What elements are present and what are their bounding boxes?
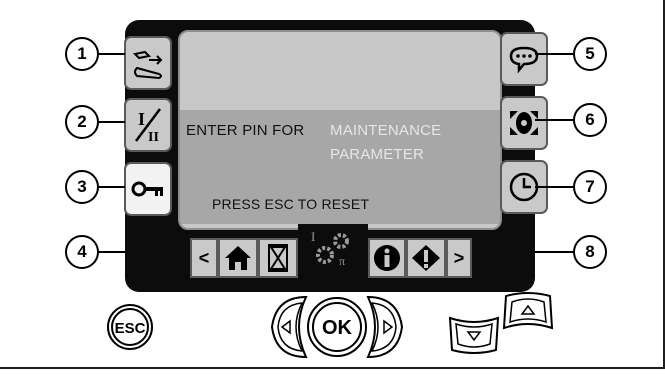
callout-2: 2 bbox=[65, 105, 99, 139]
warning-icon bbox=[412, 245, 440, 271]
callout-6-leader bbox=[535, 119, 573, 121]
message-pin-label: ENTER PIN FOR bbox=[186, 122, 305, 139]
hourglass-icon bbox=[268, 244, 288, 272]
tab-warning[interactable] bbox=[406, 238, 446, 278]
gear-mode-icon: I π bbox=[311, 229, 349, 268]
ok-button[interactable]: OK bbox=[306, 296, 368, 358]
side-button-5[interactable] bbox=[500, 32, 548, 86]
side-button-2[interactable]: I II bbox=[124, 98, 172, 152]
callout-1: 1 bbox=[65, 37, 99, 71]
esc-button[interactable]: ESC bbox=[106, 303, 154, 351]
next-arrow-label: > bbox=[453, 247, 465, 268]
center-mode-sub: π bbox=[339, 254, 345, 268]
callout-3: 3 bbox=[65, 170, 99, 204]
callout-8-leader bbox=[535, 251, 573, 253]
side-button-1[interactable] bbox=[124, 36, 172, 90]
callout-8: 8 bbox=[573, 235, 607, 269]
mode-one-label: I bbox=[138, 109, 145, 129]
tab-hourglass[interactable] bbox=[258, 238, 298, 278]
mode-two-label: II bbox=[148, 130, 159, 145]
callout-5-leader bbox=[535, 53, 573, 55]
side-button-3[interactable] bbox=[124, 162, 172, 216]
tab-info[interactable] bbox=[368, 238, 406, 278]
esc-label: ESC bbox=[115, 320, 146, 337]
prev-arrow-label: < bbox=[198, 247, 210, 268]
ok-label: OK bbox=[322, 317, 353, 339]
center-mode-numeral: I bbox=[311, 229, 315, 244]
callout-7: 7 bbox=[573, 170, 607, 204]
callout-1-leader bbox=[97, 53, 125, 55]
callout-6: 6 bbox=[573, 103, 607, 137]
side-button-6[interactable] bbox=[500, 96, 548, 150]
down-arrow-button[interactable] bbox=[448, 312, 500, 356]
right-arrow-button[interactable] bbox=[366, 293, 406, 361]
callout-7-leader bbox=[535, 186, 573, 188]
tab-previous[interactable]: < bbox=[190, 238, 218, 278]
callout-4: 4 bbox=[65, 235, 99, 269]
callout-3-leader bbox=[97, 186, 125, 188]
cable-settings-icon bbox=[132, 50, 163, 80]
callout-5: 5 bbox=[573, 37, 607, 71]
lcd-screen: ENTER PIN FOR MAINTENANCE PARAMETER PRES… bbox=[178, 30, 502, 230]
tab-next[interactable]: > bbox=[446, 238, 472, 278]
info-icon bbox=[374, 245, 400, 271]
callout-2-leader bbox=[97, 121, 125, 123]
speech-bubble-icon bbox=[509, 46, 539, 74]
message-maintenance: MAINTENANCE bbox=[330, 122, 442, 139]
message-reset-hint: PRESS ESC TO RESET bbox=[212, 196, 370, 212]
fan-icon bbox=[510, 111, 538, 135]
up-arrow-button[interactable] bbox=[502, 290, 554, 334]
home-icon bbox=[225, 246, 251, 270]
key-icon bbox=[131, 181, 163, 197]
left-arrow-button[interactable] bbox=[268, 293, 308, 361]
callout-4-leader bbox=[97, 251, 125, 253]
message-parameter: PARAMETER bbox=[330, 146, 425, 163]
tab-home[interactable] bbox=[218, 238, 258, 278]
mode-switch-icon: I II bbox=[135, 108, 161, 145]
tab-center-mode[interactable]: I π bbox=[298, 224, 368, 278]
